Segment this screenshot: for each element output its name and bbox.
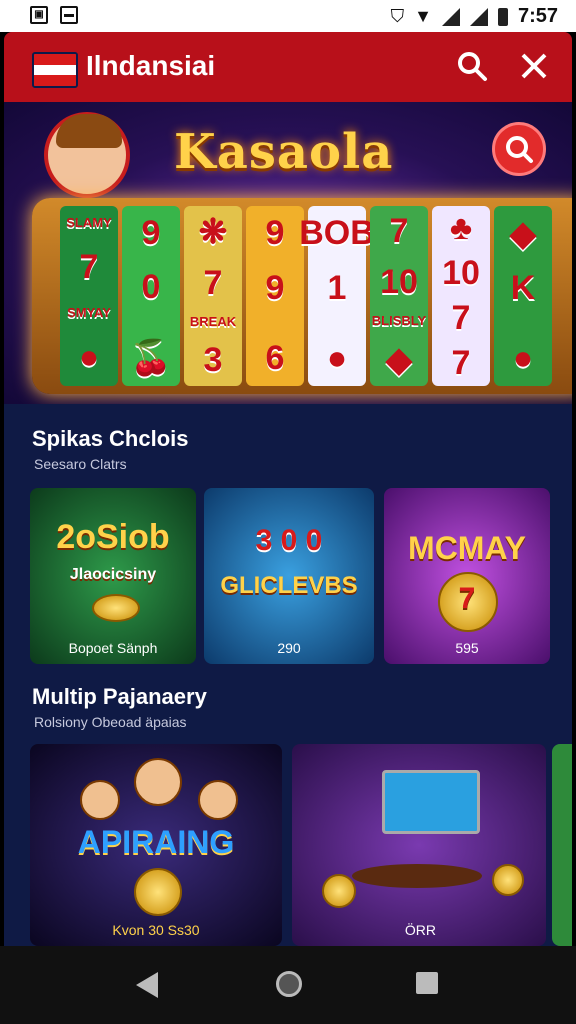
card-art-subtitle: 7 [458,582,476,615]
game-card[interactable]: 2oSiob Jlaocicsiny Bopoet Sänph [30,488,196,664]
reel-symbol: 7 [203,263,223,302]
slot-reel: BOB 1 ● [299,206,375,386]
reel-symbol: 9 [265,268,285,307]
slot-reel: ♣ 10 7 7 [432,206,490,386]
section-title: Spikas Chclois [32,426,189,451]
reel-symbol: ◆ [385,341,413,380]
card-art-title: APIRAING [77,824,235,860]
recents-icon[interactable] [416,972,438,994]
slot-reel: SLAMY 7 SMYAY ● [60,206,118,386]
system-navbar [0,946,576,1024]
card-art-title: MCMAY [408,530,526,566]
back-icon[interactable] [136,972,158,998]
sd-card-icon: ▬ [60,6,78,24]
reel-symbol: 7 [79,248,99,286]
signal-icon [441,7,460,26]
image-icon: ▣ [30,6,48,24]
slot-reel: ◆ K ● [494,206,552,386]
home-icon[interactable] [276,971,302,997]
hero-banner[interactable]: Kasaola SLAMY 7 SMYAY ● 9 0 🍒 ❋ 7 BREAK 3 9 9 6 BOB 1 ● 7… [4,102,572,404]
slot-reel: 9 9 6 [246,206,304,386]
reel-symbol: ◆ [509,214,537,253]
reel-symbol: 7 [389,211,409,250]
reel-symbol: 7 [451,344,471,382]
reel-symbol: 🍒 [129,339,173,378]
slot-reel: 7 10 BLISBLY ◆ [370,206,428,386]
reel-symbol: 1 [327,268,347,307]
reel-symbol: SLAMY [66,215,112,230]
coin-icon [134,868,182,916]
search-icon[interactable] [492,122,546,176]
reel-symbol: 10 [442,254,480,292]
avatar [80,780,120,820]
reel-symbol: SMYAY [67,305,111,320]
coin-icon [322,874,356,908]
reel-symbol: ♣ [449,209,473,247]
reel-symbol: 0 [141,268,161,307]
wifi-icon: ▼ [414,6,432,26]
reel-symbol: 10 [380,262,418,301]
slot-reel: ❋ 7 BREAK 3 [184,206,242,386]
app-header: Ilndansiai [4,32,572,102]
card-label: 290 [277,640,301,656]
section-title: Multip Pajanaery [32,684,207,709]
coin-icon [492,864,524,896]
reel-symbol: BOB [299,213,375,252]
card-art-subtitle: Jlaocicsiny [69,566,157,583]
game-card[interactable]: APIRAING Kvon 30 Ss30 [30,744,282,946]
coin-icon [92,594,140,622]
reel-symbol: 3 [203,341,223,380]
flag-icon[interactable] [32,52,78,88]
status-bar: ▣ ▬ ⛉ ▼ 7:57 [0,0,576,32]
card-label: ÖRR [404,922,436,938]
card-label: 595 [455,640,479,656]
app-title: Ilndansiai [86,50,216,81]
reel-symbol: BREAK [189,314,237,330]
hero-title: Kasaola [174,124,394,180]
table-art [352,864,482,888]
search-icon[interactable] [454,48,490,84]
shield-icon: ⛉ [390,6,405,26]
section-subtitle: Seesaro Clatrs [34,456,127,472]
reel-symbol: 9 [141,213,161,252]
app-window: Ilndansiai Kasaola SLAMY 7 SMYAY ● 9 0 🍒 ❋ 7 BREA… [4,32,572,946]
screen-art [382,770,480,834]
reel-symbol: ● [512,339,534,378]
slot-reel: 9 0 🍒 [122,206,180,386]
game-card[interactable]: MCMAY 7 595 [384,488,550,664]
mascot-avatar [44,112,130,198]
game-card[interactable]: ÖRR [292,744,546,946]
clock: 7:57 [517,5,558,27]
reel-symbol: 9 [265,213,285,252]
reel-symbol: K [510,269,536,308]
game-card[interactable] [552,744,572,946]
reel-symbol: ● [326,339,348,378]
card-art-title: 3 0 0 [255,524,323,557]
reel-symbol: ❋ [198,212,228,251]
battery-icon [497,7,508,26]
section-subtitle: Rolsiony Obeoad äpaias [34,714,187,730]
slot-machine: SLAMY 7 SMYAY ● 9 0 🍒 ❋ 7 BREAK 3 9 9 6 BOB 1 ● 7 10 BLISBL… [32,198,572,394]
card-art-title: 2oSiob [56,518,170,556]
game-card[interactable]: 3 0 0 GLICLEVBS 290 [204,488,374,664]
reel-symbol: ● [78,338,100,376]
card-art-subtitle: GLICLEVBS [220,572,358,599]
avatar [198,780,238,820]
card-label: Kvon 30 Ss30 [112,922,200,938]
avatar [134,758,182,806]
reel-symbol: BLISBLY [371,313,427,329]
close-icon[interactable] [516,48,552,84]
reel-symbol: 7 [451,299,471,337]
card-label: Bopoet Sänph [68,640,158,656]
reel-symbol: 6 [265,339,285,378]
signal-icon [469,7,488,26]
